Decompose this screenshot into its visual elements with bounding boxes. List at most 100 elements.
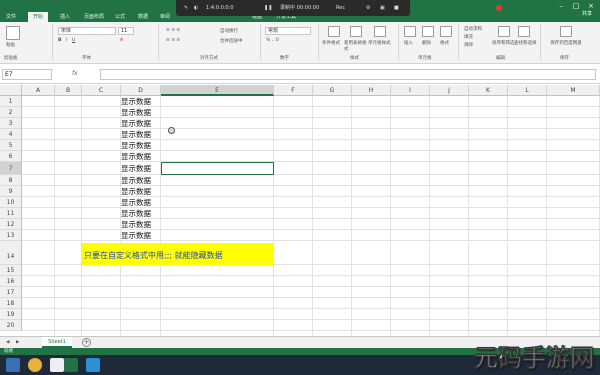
sheet-tab-1[interactable]: Sheet1 (42, 337, 72, 348)
clear-button[interactable]: 清除 (464, 42, 473, 48)
find-select-button[interactable]: 查找和选择 (514, 40, 537, 46)
column-header-j[interactable]: J (430, 85, 469, 96)
column-header-e[interactable]: E (161, 85, 274, 96)
row-header-6[interactable]: 6 (0, 151, 22, 162)
row-header-3[interactable]: 3 (0, 118, 22, 129)
format-cells-button[interactable]: 格式 (440, 40, 449, 46)
bold-icon[interactable]: B (58, 38, 61, 43)
fx-icon[interactable]: fx (72, 70, 78, 77)
cell-d4[interactable]: 显示数据 (121, 130, 161, 140)
maximize-icon[interactable]: □ (570, 2, 582, 10)
tab-data[interactable]: 数据 (138, 12, 148, 22)
cell-d1[interactable]: 显示数据 (121, 97, 161, 107)
wrap-text-button[interactable]: 自动换行 (220, 28, 238, 34)
row-header-5[interactable]: 5 (0, 140, 22, 151)
tab-home[interactable]: 开始 (28, 12, 49, 22)
row-header-2[interactable]: 2 (0, 107, 22, 118)
cell-d12[interactable]: 显示数据 (121, 220, 161, 230)
autosum-button[interactable]: 自动求和 (464, 26, 482, 32)
column-header-l[interactable]: L (508, 85, 547, 96)
cell-d8[interactable]: 显示数据 (121, 176, 161, 186)
table-format-icon[interactable] (350, 26, 362, 37)
cell-d2[interactable]: 显示数据 (121, 108, 161, 118)
column-header-b[interactable]: B (55, 85, 82, 96)
column-header-a[interactable]: A (22, 85, 55, 96)
contrast-icon[interactable]: ◐ (194, 3, 198, 13)
column-header-f[interactable]: F (274, 85, 313, 96)
delete-cells-button[interactable]: 删除 (422, 40, 431, 46)
cell-d9[interactable]: 显示数据 (121, 187, 161, 197)
tab-review[interactable]: 审阅 (160, 12, 170, 22)
align-icons-row2[interactable]: ≡ ≡ ≡ (166, 38, 180, 43)
font-name-select[interactable]: 宋体 (58, 27, 116, 35)
fill-button[interactable]: 填充 (464, 34, 473, 40)
share-button[interactable]: 共享 (582, 10, 592, 17)
row-header-15[interactable]: 15 (0, 265, 22, 276)
row-header-11[interactable]: 11 (0, 208, 22, 219)
conditional-format-button[interactable]: 条件格式 (322, 40, 340, 46)
formula-input[interactable] (100, 69, 596, 80)
number-format-select[interactable]: 常规 (265, 27, 311, 35)
font-color-icon[interactable]: A (120, 38, 123, 43)
name-box[interactable]: E7 (2, 69, 52, 80)
row-header-14[interactable]: 14 (0, 241, 22, 265)
sort-filter-icon[interactable] (498, 26, 510, 37)
row-header-8[interactable]: 8 (0, 175, 22, 186)
tab-page-layout[interactable]: 页面布局 (84, 12, 104, 22)
insert-cells-button[interactable]: 插入 (404, 40, 413, 46)
browser-icon[interactable] (28, 358, 42, 372)
record-icon[interactable] (496, 5, 502, 11)
settings-icon[interactable]: ⚙ (366, 3, 370, 13)
row-header-19[interactable]: 19 (0, 309, 22, 320)
tab-file[interactable]: 文件 (6, 12, 16, 22)
cell-d5[interactable]: 显示数据 (121, 141, 161, 151)
column-header-h[interactable]: H (352, 85, 391, 96)
cell-styles-icon[interactable] (374, 26, 386, 37)
column-header-i[interactable]: I (391, 85, 430, 96)
row-header-13[interactable]: 13 (0, 230, 22, 241)
pen-icon[interactable]: ✎ (184, 3, 188, 13)
row-header-7[interactable]: 7 (0, 162, 22, 175)
camera-icon[interactable]: ▣ (380, 3, 385, 13)
row-header-10[interactable]: 10 (0, 197, 22, 208)
scroll-left-icon[interactable]: ◀ (6, 340, 9, 345)
format-cells-icon[interactable] (440, 26, 452, 37)
row-header-20[interactable]: 20 (0, 320, 22, 331)
row-header-1[interactable]: 1 (0, 96, 22, 107)
underline-icon[interactable]: U (72, 38, 75, 43)
tab-insert[interactable]: 插入 (60, 12, 70, 22)
delete-cells-icon[interactable] (422, 26, 434, 37)
row-header-12[interactable]: 12 (0, 219, 22, 230)
stop-icon[interactable]: ■ (394, 3, 399, 13)
minimize-icon[interactable]: – (555, 2, 567, 10)
italic-icon[interactable]: I (66, 38, 67, 43)
cell-d11[interactable]: 显示数据 (121, 209, 161, 219)
scroll-right-icon[interactable]: ▶ (16, 340, 19, 345)
save-cloud-button[interactable]: 保存到百度网盘 (546, 40, 586, 46)
start-icon[interactable] (6, 358, 20, 372)
row-header-9[interactable]: 9 (0, 186, 22, 197)
merge-center-button[interactable]: 合并后居中 (220, 38, 243, 44)
number-format-icons[interactable]: % , .0 (266, 38, 279, 43)
row-header-18[interactable]: 18 (0, 298, 22, 309)
conditional-format-icon[interactable] (328, 26, 340, 37)
cell-d7[interactable]: 显示数据 (121, 163, 161, 175)
insert-cells-icon[interactable] (404, 26, 416, 37)
close-icon[interactable]: × (585, 2, 597, 10)
paste-button[interactable]: 粘贴 (6, 42, 15, 48)
tab-formulas[interactable]: 公式 (115, 12, 125, 22)
cell-d10[interactable]: 显示数据 (121, 198, 161, 208)
cell-styles-button[interactable]: 单元格样式 (368, 40, 391, 46)
excel-taskbar-icon[interactable] (64, 358, 78, 372)
cell-d13[interactable]: 显示数据 (121, 231, 161, 241)
font-size-select[interactable]: 11 (118, 27, 134, 35)
align-icons[interactable]: ≡ ≡ ≡ (166, 28, 180, 33)
active-cell-e7[interactable] (161, 162, 274, 175)
paste-icon[interactable] (6, 26, 20, 40)
cell-d6[interactable]: 显示数据 (121, 152, 161, 162)
cell-d3[interactable]: 显示数据 (121, 119, 161, 129)
sort-filter-button[interactable]: 排序和筛选 (492, 40, 515, 46)
column-header-c[interactable]: C (82, 85, 121, 96)
row-header-16[interactable]: 16 (0, 276, 22, 287)
pause-icon[interactable]: ❚❚ (264, 3, 272, 13)
